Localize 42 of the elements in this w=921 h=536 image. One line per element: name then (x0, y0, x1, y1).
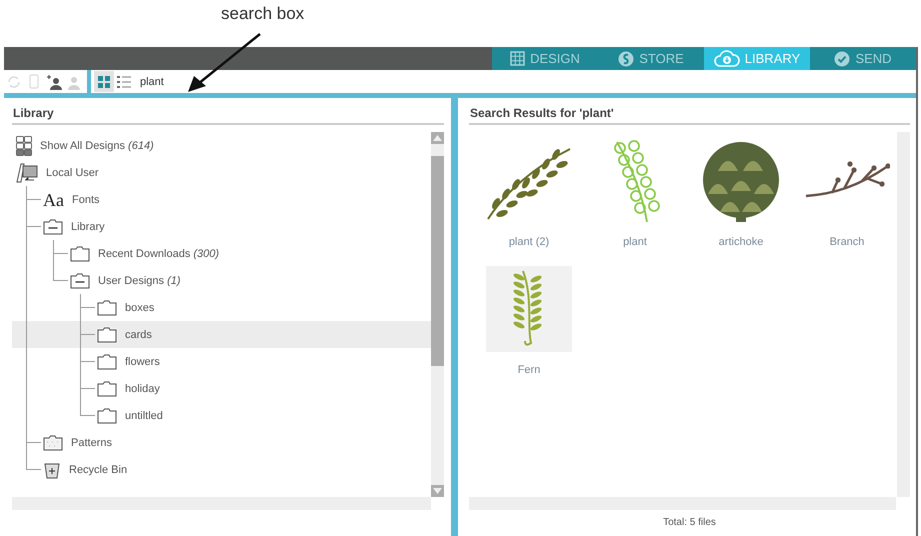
computer-icon (16, 162, 38, 182)
tree-item[interactable]: Patterns (71, 436, 112, 448)
horizontal-scrollbar[interactable] (12, 497, 432, 510)
design-name: plant (2) (508, 236, 550, 248)
scroll-down-icon[interactable] (431, 485, 444, 497)
annotation-label: search box (221, 4, 304, 24)
design-name: artichoke (718, 236, 764, 248)
view-toggle[interactable] (94, 71, 114, 92)
tree-item[interactable]: boxes (125, 302, 154, 314)
grid-icon (510, 51, 526, 66)
scrollbar[interactable] (431, 132, 444, 497)
design-thumbnail[interactable] (486, 266, 572, 352)
tree-item[interactable]: Fonts (72, 194, 100, 206)
scroll-up-icon[interactable] (431, 132, 444, 144)
status-text: Total: 5 files (662, 516, 717, 528)
list-view-icon (117, 76, 131, 88)
tree-item[interactable]: flowers (125, 356, 160, 368)
swirl-icon (618, 50, 634, 66)
tree-item[interactable]: User Designs (1) (98, 274, 181, 286)
search-field[interactable]: plant (140, 72, 300, 90)
design-name: plant (623, 236, 647, 248)
panel-title: Search Results for 'plant' (469, 106, 910, 125)
tree-item[interactable]: Recycle Bin (69, 464, 128, 476)
tree-item[interactable]: Local User (46, 166, 99, 178)
phone-icon (29, 74, 39, 89)
patterns-folder-icon (43, 434, 63, 450)
recycle-bin-icon (43, 460, 61, 478)
tree-item[interactable]: untiltled (125, 410, 163, 422)
tree-item[interactable]: Library (71, 220, 105, 232)
checkmark-icon (834, 50, 850, 66)
refresh-icon (7, 74, 21, 88)
add-user-icon (46, 74, 62, 90)
design-name: Branch (830, 236, 864, 248)
cloud-download-icon (714, 50, 740, 67)
panel-title: Library (12, 106, 444, 125)
tree-item[interactable]: holiday (125, 382, 160, 394)
font-icon: Aa (43, 190, 64, 208)
tree-item[interactable]: Recent Downloads (300) (98, 248, 220, 260)
tree-item[interactable]: cards (125, 328, 152, 340)
tree-item[interactable]: Show All Designs (614) (40, 140, 154, 152)
grid-view-icon (98, 76, 110, 88)
design-name: Fern (518, 364, 540, 376)
